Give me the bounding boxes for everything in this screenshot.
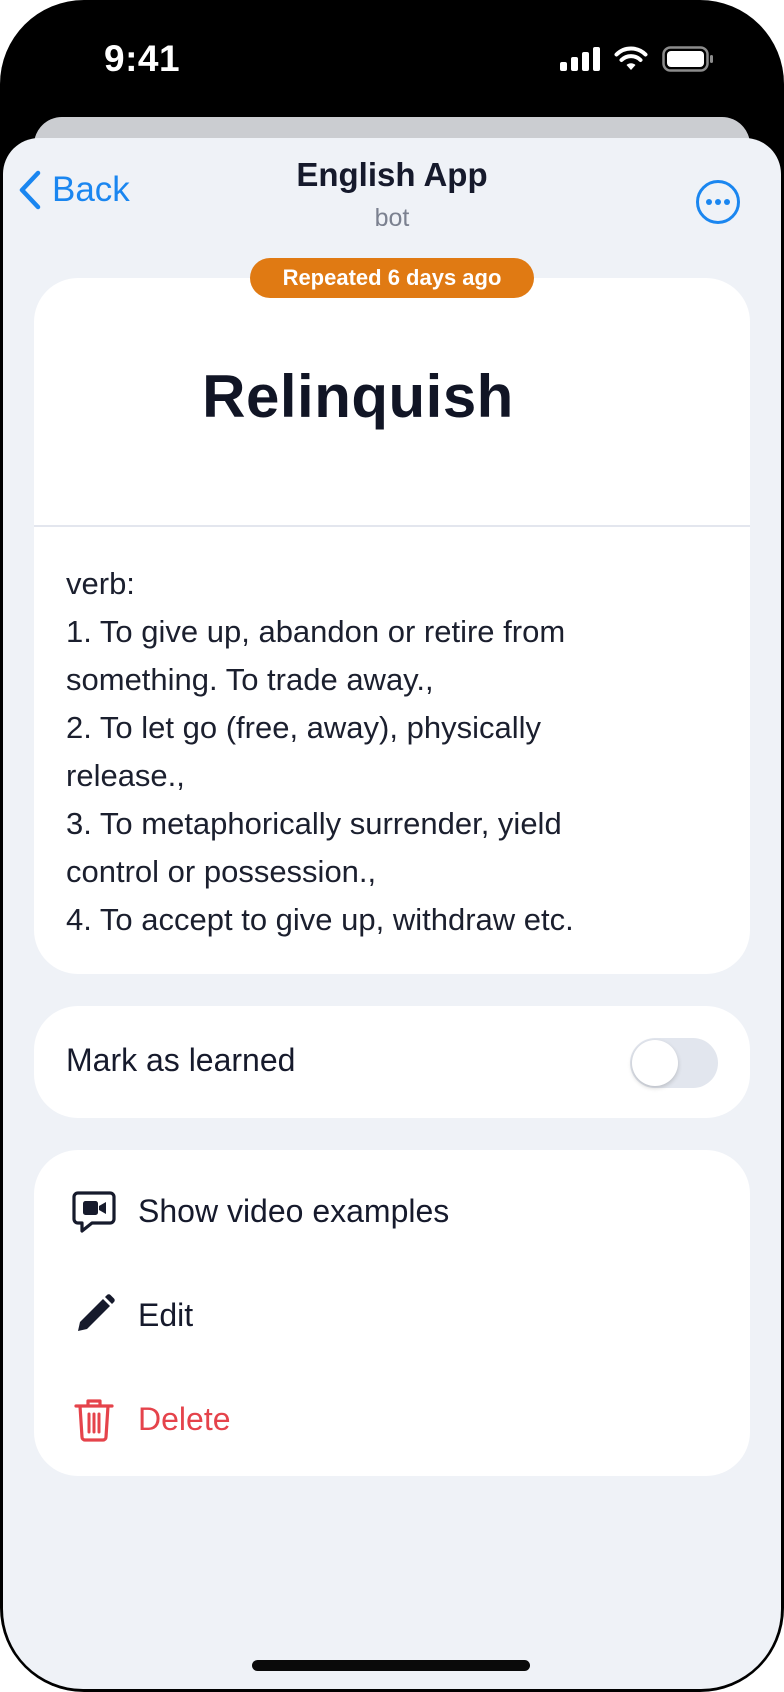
definition-line: something. To trade away., <box>66 662 434 697</box>
mark-learned-toggle[interactable] <box>630 1038 718 1088</box>
definition-line: control or possession., <box>66 854 377 889</box>
delete-label: Delete <box>138 1400 231 1437</box>
show-video-examples-label: Show video examples <box>138 1192 450 1229</box>
definition-line: 1. To give up, abandon or retire from <box>66 614 566 649</box>
divider <box>34 525 750 527</box>
page-subtitle: bot <box>374 204 410 232</box>
mark-learned-label: Mark as learned <box>66 1042 296 1078</box>
battery-icon <box>662 46 713 72</box>
edit-button[interactable]: Edit <box>34 1270 750 1360</box>
definition-text: verb: 1. To give up, abandon or retire f… <box>66 560 706 944</box>
delete-button[interactable]: Delete <box>34 1374 750 1464</box>
cellular-signal-icon <box>560 47 600 71</box>
phone-frame: 9:41 Back English App bot Repeated 6 day… <box>0 0 784 1692</box>
trash-icon <box>74 1399 114 1442</box>
pencil-icon <box>78 1294 115 1331</box>
page-title: English App <box>296 156 488 193</box>
video-chat-icon <box>72 1191 116 1233</box>
home-indicator[interactable] <box>252 1660 530 1671</box>
definition-line: release., <box>66 758 185 793</box>
status-time: 9:41 <box>104 38 181 79</box>
toggle-knob <box>632 1040 678 1086</box>
status-icons <box>560 46 714 72</box>
status-bar: 9:41 <box>0 0 784 120</box>
more-options-icon[interactable] <box>695 179 741 225</box>
repeat-status-badge: Repeated 6 days ago <box>250 258 534 298</box>
edit-label: Edit <box>138 1296 194 1333</box>
definition-line: 4. To accept to give up, withdraw etc. <box>66 902 574 937</box>
wifi-icon <box>614 46 648 70</box>
definition-line: 2. To let go (free, away), physically <box>66 710 541 745</box>
word-title: Relinquish <box>202 363 514 430</box>
show-video-examples-button[interactable]: Show video examples <box>34 1166 750 1256</box>
definition-line: verb: <box>66 566 135 601</box>
definition-line: 3. To metaphorically surrender, yield <box>66 806 562 841</box>
